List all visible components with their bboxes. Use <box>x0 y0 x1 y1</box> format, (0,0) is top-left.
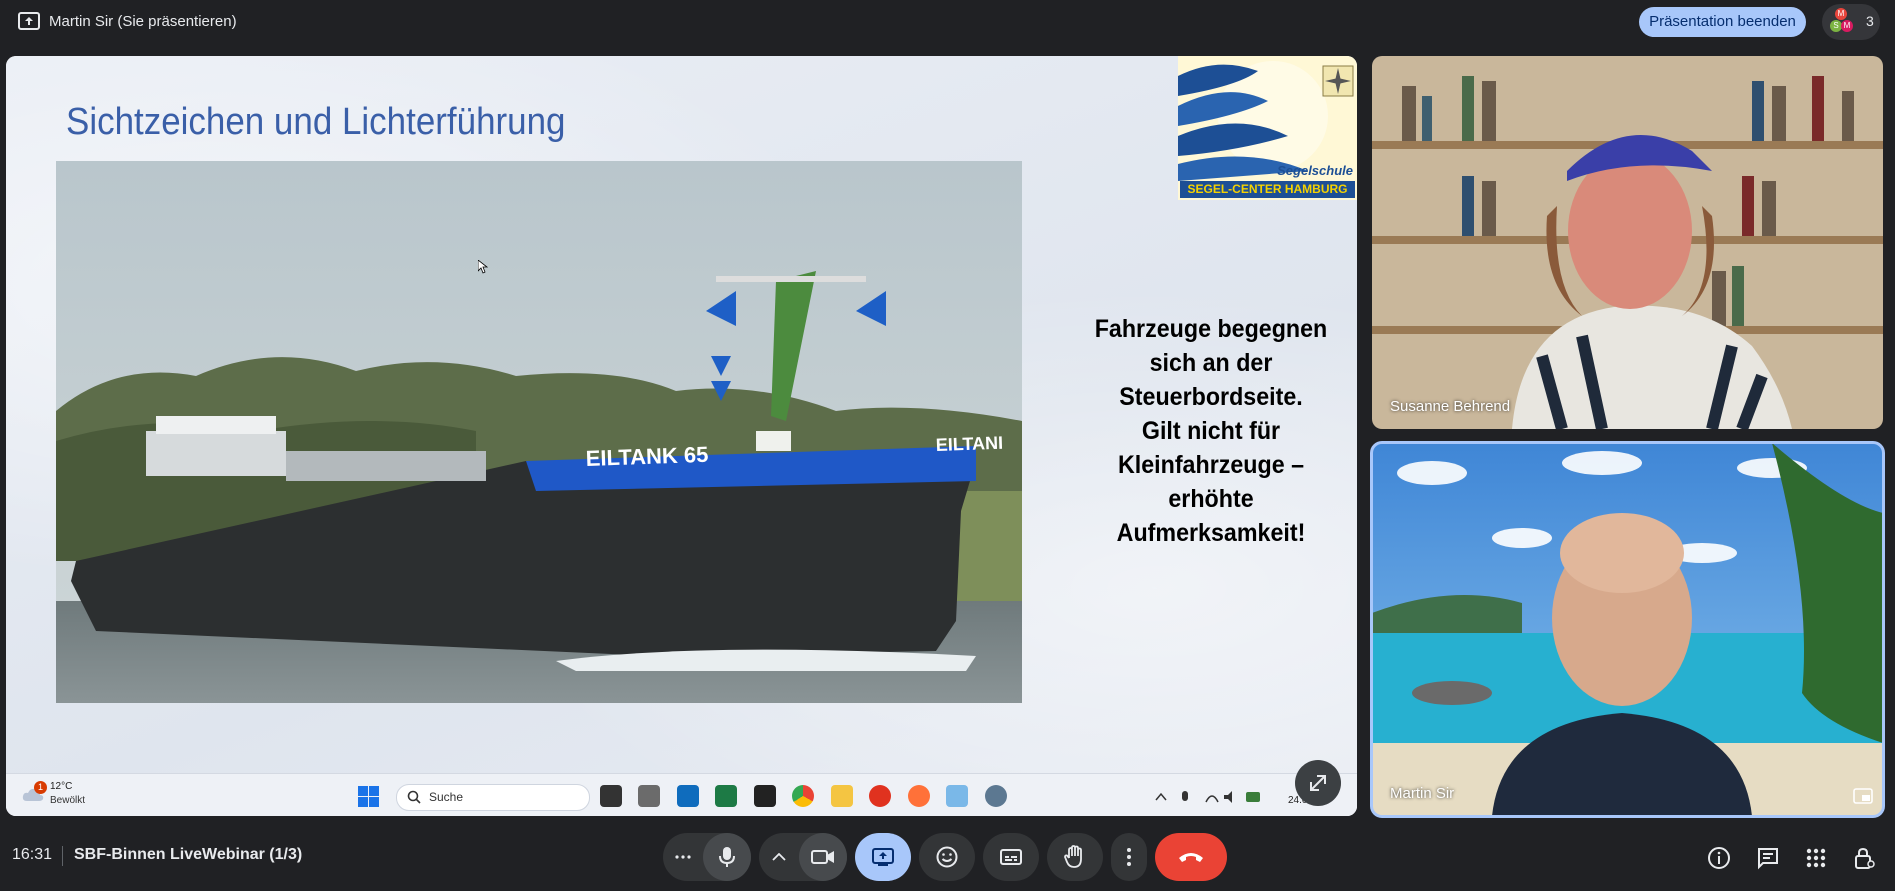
logo-waves-icon <box>1178 61 1354 181</box>
slide-body-line: Fahrzeuge begegnen <box>1094 315 1328 343</box>
host-controls-icon[interactable] <box>1852 846 1876 870</box>
participants-chip[interactable]: M S M 3 <box>1822 4 1880 40</box>
paint-icon[interactable] <box>946 785 968 807</box>
leave-call-button[interactable] <box>1155 833 1227 881</box>
captions-button[interactable] <box>983 833 1039 881</box>
settings-icon[interactable] <box>985 785 1007 807</box>
chrome-icon[interactable] <box>792 785 814 807</box>
microphone-icon <box>719 847 735 867</box>
hand-icon <box>1064 845 1082 868</box>
stop-presenting-button[interactable]: Präsentation beenden <box>1639 7 1806 37</box>
more-horiz-icon <box>675 855 691 859</box>
slide-body-line: Steuerbordseite. <box>1119 383 1303 411</box>
windows-search-box[interactable]: Suche <box>396 784 590 811</box>
weather-temp[interactable]: 12°C <box>50 781 72 792</box>
file-explorer-icon[interactable] <box>600 785 622 807</box>
sailing-school-logo: Segelschule SEGEL-CENTER HAMBURG <box>1178 56 1357 200</box>
participant-count: 3 <box>1866 13 1874 29</box>
chevron-up-icon <box>772 853 786 861</box>
firefox-icon[interactable] <box>908 785 930 807</box>
presenter-label: Martin Sir (Sie präsentieren) <box>49 13 237 30</box>
divider <box>62 846 63 866</box>
ship-name-label-side: EILTANI <box>935 433 1003 455</box>
info-icon[interactable] <box>1707 846 1731 870</box>
slide-body-text: Fahrzeuge begegnen sich an der Steuerbor… <box>1085 312 1336 550</box>
bottom-control-bar: 16:31 SBF-Binnen LiveWebinar (1/3) <box>0 826 1895 891</box>
ship-name-label: EILTANK 65 <box>585 442 708 471</box>
presentation-slide: Sichtzeichen und Lichterführung EILTANK … <box>6 56 1357 816</box>
more-options-button[interactable] <box>1111 833 1147 881</box>
logo-name: SEGEL-CENTER HAMBURG <box>1180 181 1355 198</box>
weather-badge: 1 <box>34 781 47 794</box>
clock: 16:31 <box>12 846 53 863</box>
windows-taskbar: 1 12°C Bewölkt Suche 24.0 <box>6 773 1357 816</box>
avatar: M <box>1835 8 1847 20</box>
participant-name: Martin Sir <box>1390 785 1455 802</box>
top-bar: Martin Sir (Sie präsentieren) Präsentati… <box>0 0 1895 44</box>
slide-body-line: Aufmerksamkeit! <box>1116 519 1306 547</box>
logo-subtitle: Segelschule <box>1277 163 1353 178</box>
slide-body-line: erhöhte <box>1168 485 1254 513</box>
more-vert-icon <box>1127 848 1131 866</box>
slide-body-line: sich an der <box>1149 349 1273 377</box>
activities-icon[interactable] <box>1804 846 1828 870</box>
picture-in-picture-icon[interactable] <box>1853 788 1873 804</box>
ship-photo: EILTANK 65 EILTANI <box>56 161 1022 703</box>
slide-title: Sichtzeichen und Lichterführung <box>66 101 566 143</box>
slide-body-line: Gilt nicht für <box>1141 417 1281 445</box>
windows-start-icon[interactable] <box>358 786 379 807</box>
excel-icon[interactable] <box>715 785 737 807</box>
chat-icon[interactable] <box>1756 846 1780 870</box>
camera-options-button[interactable] <box>759 833 799 881</box>
videocam-icon <box>811 850 834 864</box>
acrobat-icon[interactable] <box>869 785 891 807</box>
participant-video-susanne <box>1372 56 1883 429</box>
outlook-icon[interactable] <box>677 785 699 807</box>
weather-desc: Bewölkt <box>50 795 86 806</box>
expand-icon <box>1310 775 1326 791</box>
call-end-icon <box>1179 853 1203 862</box>
terminal-icon[interactable] <box>754 785 776 807</box>
mouse-cursor-icon <box>478 260 488 274</box>
search-placeholder: Suche <box>429 790 464 804</box>
reactions-button[interactable] <box>919 833 975 881</box>
meeting-title: SBF-Binnen LiveWebinar (1/3) <box>74 846 303 863</box>
avatar: M <box>1841 20 1853 32</box>
game-icon[interactable] <box>638 785 660 807</box>
raise-hand-button[interactable] <box>1047 833 1103 881</box>
system-tray-icons[interactable] <box>1154 788 1262 806</box>
microphone-button[interactable] <box>703 833 751 881</box>
audio-options-button[interactable] <box>663 833 703 881</box>
fullscreen-button[interactable] <box>1295 760 1341 806</box>
participant-tile-active[interactable]: Martin Sir <box>1370 441 1885 818</box>
present-button[interactable] <box>855 833 911 881</box>
emoji-icon <box>936 846 958 868</box>
slide-body-line: Kleinfahrzeuge – <box>1117 451 1305 479</box>
participant-name: Susanne Behrend <box>1390 398 1511 415</box>
participant-video-martin <box>1372 443 1883 816</box>
search-icon <box>407 790 421 804</box>
closed-caption-icon <box>1000 849 1022 865</box>
camera-button[interactable] <box>799 833 847 881</box>
folder-icon[interactable] <box>831 785 853 807</box>
present-to-all-icon <box>872 848 894 866</box>
participant-tile[interactable]: Susanne Behrend <box>1372 56 1883 429</box>
present-to-all-icon <box>18 12 40 30</box>
